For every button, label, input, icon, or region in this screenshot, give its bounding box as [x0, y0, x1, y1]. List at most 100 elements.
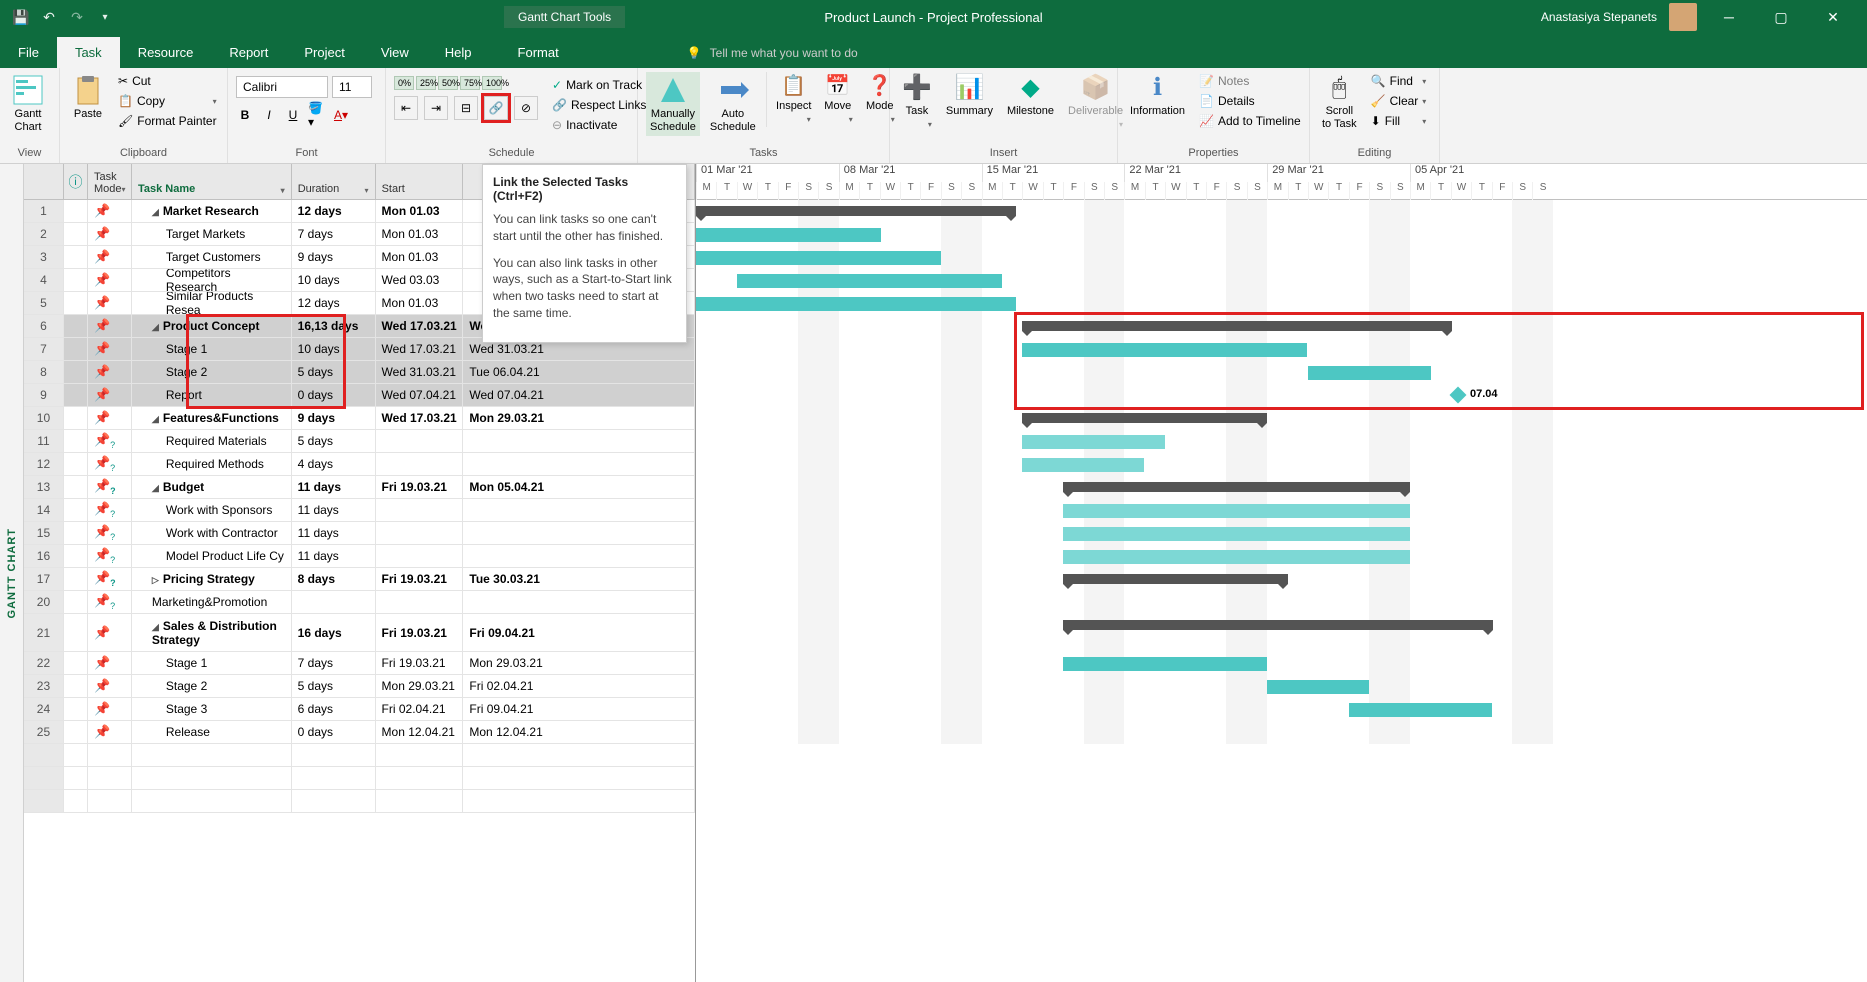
gantt-row[interactable] — [696, 545, 1867, 568]
gantt-row[interactable] — [696, 568, 1867, 591]
task-name-cell[interactable]: Target Markets — [132, 223, 292, 245]
info-cell[interactable] — [64, 568, 88, 590]
duration-cell[interactable]: 10 days — [292, 269, 376, 291]
finish-cell[interactable] — [463, 499, 695, 521]
duration-cell[interactable]: 9 days — [292, 407, 376, 429]
manually-schedule-button[interactable]: Manually Schedule — [646, 72, 700, 136]
info-cell[interactable] — [64, 499, 88, 521]
font-color-button[interactable]: A▾ — [332, 106, 350, 124]
row-number[interactable]: 8 — [24, 361, 64, 383]
split-task-button[interactable]: ⊟ — [454, 96, 478, 120]
col-task-name[interactable]: Task Name▾ — [132, 164, 292, 199]
start-cell[interactable] — [376, 453, 464, 475]
copy-button[interactable]: 📋Copy▾ — [114, 92, 221, 110]
gantt-chart-button[interactable]: Gantt Chart — [8, 72, 48, 136]
task-name-cell[interactable]: Required Methods — [132, 453, 292, 475]
task-name-cell[interactable]: Target Customers — [132, 246, 292, 268]
mode-cell[interactable]: 📌 — [88, 522, 132, 544]
task-row[interactable]: 8📌Stage 25 daysWed 31.03.21Tue 06.04.21 — [24, 361, 695, 384]
start-cell[interactable]: Mon 01.03 — [376, 223, 464, 245]
start-cell[interactable]: Fri 19.03.21 — [376, 568, 464, 590]
mode-cell[interactable]: 📌 — [88, 200, 132, 222]
start-cell[interactable]: Mon 29.03.21 — [376, 675, 464, 697]
task-name-cell[interactable]: Required Materials — [132, 430, 292, 452]
duration-cell[interactable]: 4 days — [292, 453, 376, 475]
finish-cell[interactable]: Fri 09.04.21 — [463, 614, 695, 651]
duration-cell[interactable]: 7 days — [292, 652, 376, 674]
summary-bar[interactable] — [696, 206, 1016, 216]
info-cell[interactable] — [64, 614, 88, 651]
gantt-row[interactable] — [696, 407, 1867, 430]
task-row[interactable]: 14📌Work with Sponsors11 days — [24, 499, 695, 522]
menu-report[interactable]: Report — [211, 37, 286, 68]
row-number[interactable]: 14 — [24, 499, 64, 521]
row-number[interactable]: 7 — [24, 338, 64, 360]
gantt-row[interactable] — [696, 430, 1867, 453]
mode-cell[interactable]: 📌 — [88, 675, 132, 697]
avatar[interactable] — [1669, 3, 1697, 31]
duration-cell[interactable]: 12 days — [292, 292, 376, 314]
task-row[interactable]: 10📌Features&Functions9 daysWed 17.03.21M… — [24, 407, 695, 430]
finish-cell[interactable]: Tue 30.03.21 — [463, 568, 695, 590]
task-bar[interactable] — [1063, 527, 1410, 541]
task-row[interactable]: 16📌Model Product Life Cy11 days — [24, 545, 695, 568]
notes-button[interactable]: 📝Notes — [1195, 72, 1305, 90]
start-cell[interactable]: Mon 12.04.21 — [376, 721, 464, 743]
row-number[interactable]: 16 — [24, 545, 64, 567]
mode-cell[interactable]: 📌 — [88, 361, 132, 383]
empty-row[interactable] — [24, 744, 695, 767]
row-number[interactable]: 17 — [24, 568, 64, 590]
start-cell[interactable] — [376, 545, 464, 567]
find-button[interactable]: 🔍Find▾ — [1367, 72, 1431, 90]
finish-cell[interactable]: Fri 09.04.21 — [463, 698, 695, 720]
col-start[interactable]: Start — [376, 164, 464, 199]
bold-button[interactable]: B — [236, 106, 254, 124]
gantt-row[interactable] — [696, 522, 1867, 545]
col-duration[interactable]: Duration▾ — [292, 164, 376, 199]
info-cell[interactable] — [64, 223, 88, 245]
start-cell[interactable] — [376, 591, 464, 613]
qat-more-icon[interactable]: ▾ — [96, 8, 114, 26]
task-row[interactable]: 20📌Marketing&Promotion — [24, 591, 695, 614]
start-cell[interactable]: Mon 01.03 — [376, 292, 464, 314]
cut-button[interactable]: ✂Cut — [114, 72, 221, 90]
finish-cell[interactable]: Mon 29.03.21 — [463, 652, 695, 674]
gantt-row[interactable] — [696, 338, 1867, 361]
task-name-cell[interactable]: Stage 1 — [132, 338, 292, 360]
task-bar[interactable] — [696, 251, 941, 265]
info-cell[interactable] — [64, 292, 88, 314]
task-name-cell[interactable]: Stage 2 — [132, 675, 292, 697]
underline-button[interactable]: U — [284, 106, 302, 124]
task-name-cell[interactable]: Sales & Distribution Strategy — [132, 614, 292, 651]
row-number[interactable]: 12 — [24, 453, 64, 475]
duration-cell[interactable]: 5 days — [292, 430, 376, 452]
menu-format[interactable]: Format — [500, 37, 577, 68]
mode-cell[interactable]: 📌 — [88, 246, 132, 268]
finish-cell[interactable]: Fri 02.04.21 — [463, 675, 695, 697]
finish-cell[interactable]: Mon 29.03.21 — [463, 407, 695, 429]
gantt-row[interactable] — [696, 476, 1867, 499]
clear-button[interactable]: 🧹Clear▾ — [1367, 92, 1431, 110]
finish-cell[interactable]: Mon 05.04.21 — [463, 476, 695, 498]
100-percent-button[interactable]: 100% — [482, 76, 502, 90]
finish-cell[interactable]: Tue 06.04.21 — [463, 361, 695, 383]
menu-file[interactable]: File — [0, 37, 57, 68]
mode-cell[interactable]: 📌 — [88, 721, 132, 743]
close-button[interactable]: ✕ — [1813, 3, 1853, 31]
info-cell[interactable] — [64, 476, 88, 498]
row-number[interactable]: 1 — [24, 200, 64, 222]
font-size-select[interactable] — [332, 76, 372, 98]
75-percent-button[interactable]: 75% — [460, 76, 480, 90]
add-to-timeline-button[interactable]: 📈Add to Timeline — [1195, 112, 1305, 130]
mode-cell[interactable]: 📌 — [88, 476, 132, 498]
start-cell[interactable]: Fri 19.03.21 — [376, 652, 464, 674]
task-bar[interactable] — [1308, 366, 1431, 380]
row-number[interactable]: 15 — [24, 522, 64, 544]
task-bar[interactable] — [696, 297, 1016, 311]
task-name-cell[interactable]: Product Concept — [132, 315, 292, 337]
mode-cell[interactable]: 📌 — [88, 545, 132, 567]
gantt-row[interactable] — [696, 499, 1867, 522]
gantt-row[interactable] — [696, 200, 1867, 223]
mode-cell[interactable]: 📌 — [88, 407, 132, 429]
info-cell[interactable] — [64, 545, 88, 567]
